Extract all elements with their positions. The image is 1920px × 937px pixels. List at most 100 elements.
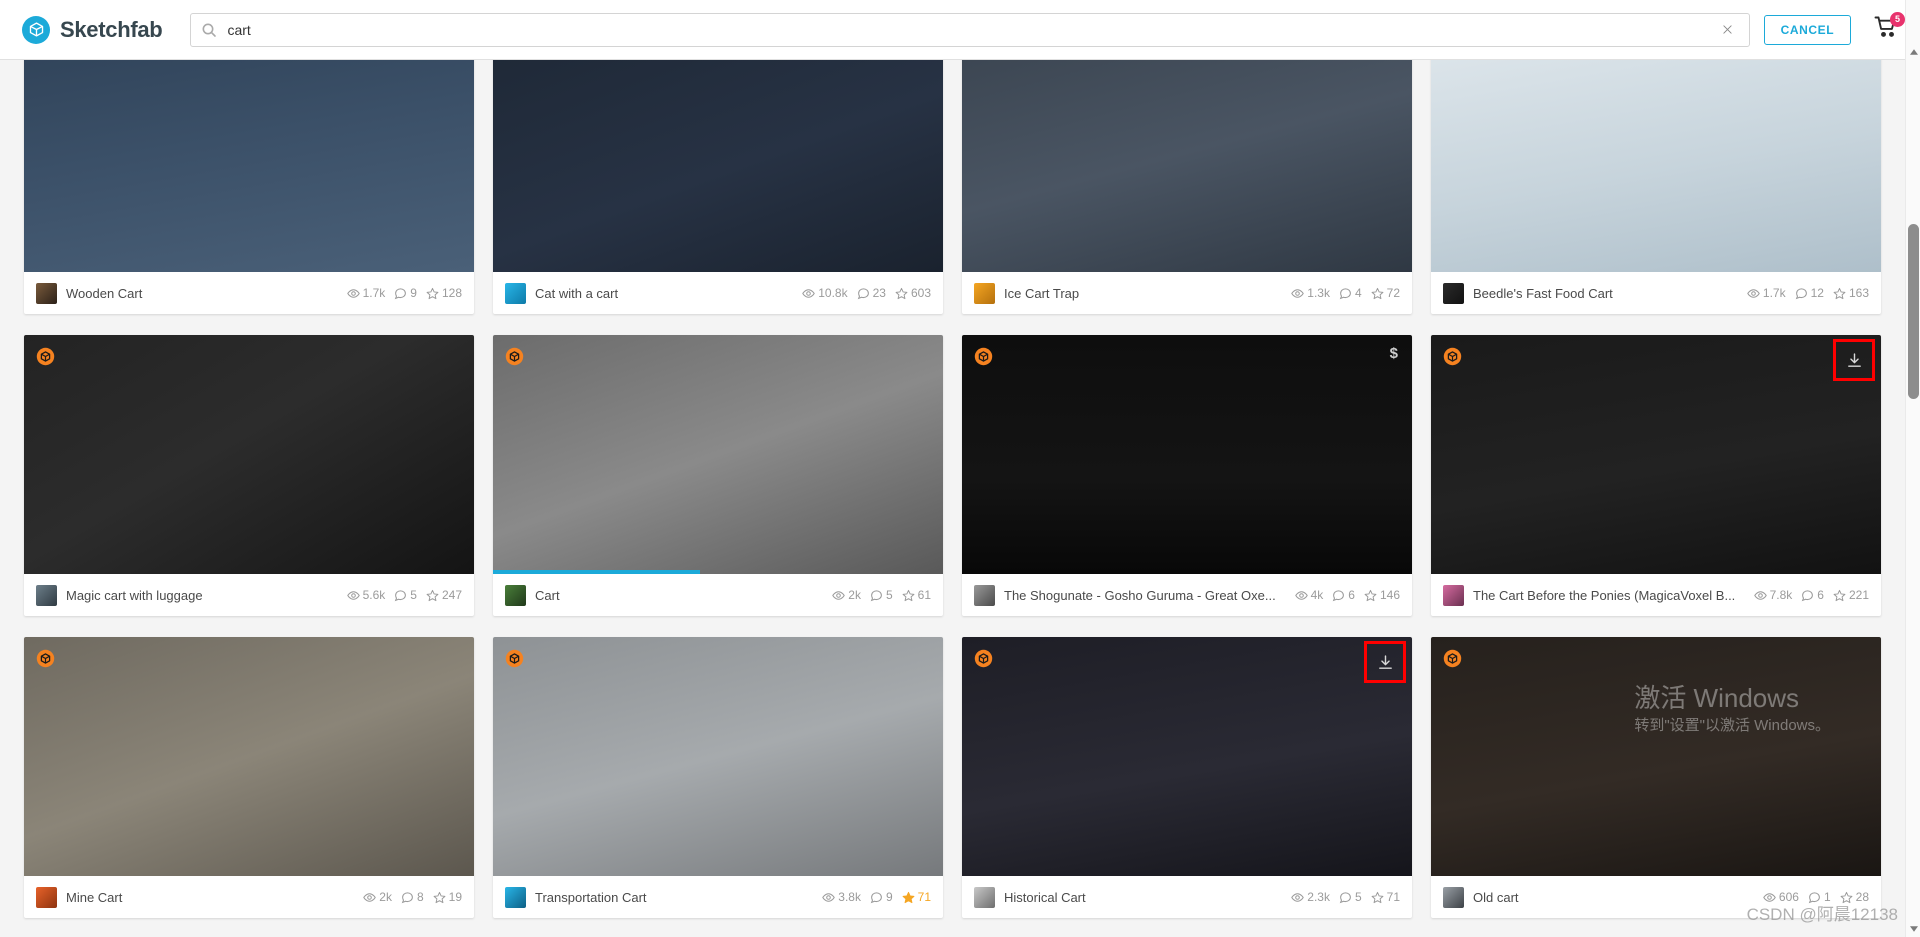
star-icon[interactable] [426,287,439,300]
comments-count: 4 [1354,286,1362,300]
model-title[interactable]: Wooden Cart [66,286,333,301]
model-card[interactable]: Cat with a cart 10.8k 23 603 [493,60,943,314]
scroll-down-arrow-icon[interactable] [1906,921,1920,937]
star-icon[interactable] [1371,287,1384,300]
avatar[interactable] [505,282,526,304]
model-title[interactable]: Cart [535,588,818,603]
likes-stat[interactable]: 146 [1364,588,1400,602]
star-icon[interactable] [433,891,446,904]
likes-stat[interactable]: 71 [1371,890,1400,904]
model-thumbnail[interactable] [493,335,943,574]
brand-name: Sketchfab [60,16,163,42]
model-card[interactable]: The Cart Before the Ponies (MagicaVoxel … [1431,335,1881,616]
likes-stat[interactable]: 128 [426,286,462,300]
avatar[interactable] [505,584,526,606]
model-title[interactable]: Cat with a cart [535,286,788,301]
download-button[interactable] [1364,641,1406,683]
likes-stat[interactable]: 603 [895,286,931,300]
star-icon[interactable] [1833,589,1846,602]
star-icon[interactable] [895,287,908,300]
model-thumbnail[interactable] [24,60,474,272]
star-icon[interactable] [1833,287,1846,300]
star-icon[interactable] [1371,891,1384,904]
avatar[interactable] [1443,584,1464,606]
search-icon [201,22,217,38]
eye-icon [363,891,377,904]
model-card[interactable]: $ The Shogunate - Gosho Guruma - Great Ox… [962,335,1412,616]
shopping-cart-button[interactable]: 5 [1871,11,1905,45]
comments-stat: 9 [394,286,417,300]
model-thumbnail[interactable] [1431,335,1881,574]
comments-stat: 12 [1795,286,1824,300]
clear-x-icon[interactable] [1717,19,1739,41]
model-card[interactable]: Wooden Cart 1.7k 9 128 [24,60,474,314]
model-title[interactable]: Old cart [1473,890,1749,905]
scroll-up-arrow-icon[interactable] [1906,44,1920,60]
model-thumbnail[interactable] [1431,60,1881,272]
likes-stat[interactable]: 221 [1833,588,1869,602]
model-card[interactable]: Beedle's Fast Food Cart 1.7k 12 163 [1431,60,1881,314]
model-title[interactable]: Magic cart with luggage [66,588,333,603]
star-icon[interactable] [1364,589,1377,602]
model-card[interactable]: Old cart 606 1 28 [1431,637,1881,918]
top-header: Sketchfab CANCEL 5 [0,0,1920,60]
star-icon[interactable] [426,589,439,602]
star-icon[interactable] [902,589,915,602]
likes-stat[interactable]: 72 [1371,286,1400,300]
scrollbar-thumb[interactable] [1908,224,1919,399]
views-stat: 1.7k [346,286,385,300]
avatar[interactable] [1443,282,1464,304]
star-icon[interactable] [1840,891,1853,904]
star-icon[interactable] [902,891,915,904]
likes-stat[interactable]: 19 [433,890,462,904]
model-card[interactable]: Ice Cart Trap 1.3k 4 72 [962,60,1412,314]
downloadable-cube-badge-icon [974,347,993,366]
model-thumbnail[interactable] [24,335,474,574]
comment-bubble-icon [857,287,870,300]
avatar[interactable] [36,584,57,606]
model-title[interactable]: Transportation Cart [535,890,808,905]
model-card[interactable]: Magic cart with luggage 5.6k 5 247 [24,335,474,616]
model-thumbnail[interactable] [962,637,1412,876]
model-card[interactable]: Transportation Cart 3.8k 9 71 [493,637,943,918]
likes-stat[interactable]: 247 [426,588,462,602]
views-count: 5.6k [362,588,386,602]
likes-stat[interactable]: 61 [902,588,931,602]
model-title[interactable]: The Shogunate - Gosho Guruma - Great Oxe… [1004,588,1281,603]
comments-count: 9 [885,890,893,904]
search-input[interactable] [227,21,1717,38]
likes-stat[interactable]: 163 [1833,286,1869,300]
search-box[interactable] [190,12,1750,47]
model-title[interactable]: The Cart Before the Ponies (MagicaVoxel … [1473,588,1740,603]
cancel-button[interactable]: CANCEL [1763,14,1852,45]
model-thumbnail[interactable]: $ [962,335,1412,574]
likes-stat[interactable]: 71 [902,890,931,904]
download-button[interactable] [1833,339,1875,381]
model-thumbnail[interactable] [493,637,943,876]
model-stats: 2.3k 5 71 [1286,890,1400,904]
eye-icon [1291,287,1305,300]
avatar[interactable] [974,886,995,908]
model-title[interactable]: Beedle's Fast Food Cart [1473,286,1733,301]
avatar[interactable] [36,886,57,908]
model-card[interactable]: Historical Cart 2.3k 5 71 [962,637,1412,918]
avatar[interactable] [1443,886,1464,908]
model-title[interactable]: Mine Cart [66,890,349,905]
likes-stat[interactable]: 28 [1840,890,1869,904]
avatar[interactable] [974,282,995,304]
avatar[interactable] [36,282,57,304]
model-thumbnail[interactable] [24,637,474,876]
sketchfab-brand-link[interactable]: Sketchfab [22,15,163,44]
avatar[interactable] [974,584,995,606]
model-thumbnail[interactable] [1431,637,1881,876]
model-title[interactable]: Ice Cart Trap [1004,286,1277,301]
search-results-panel[interactable]: Wooden Cart 1.7k 9 128 Cat with a cart 10.8k 2… [0,60,1905,937]
model-thumbnail[interactable] [962,60,1412,272]
model-thumbnail[interactable] [493,60,943,272]
comments-count: 6 [1348,588,1355,602]
model-card[interactable]: Cart 2k 5 61 [493,335,943,616]
model-title[interactable]: Historical Cart [1004,890,1277,905]
page-scrollbar[interactable] [1905,0,1920,937]
model-card[interactable]: Mine Cart 2k 8 19 [24,637,474,918]
avatar[interactable] [505,886,526,908]
